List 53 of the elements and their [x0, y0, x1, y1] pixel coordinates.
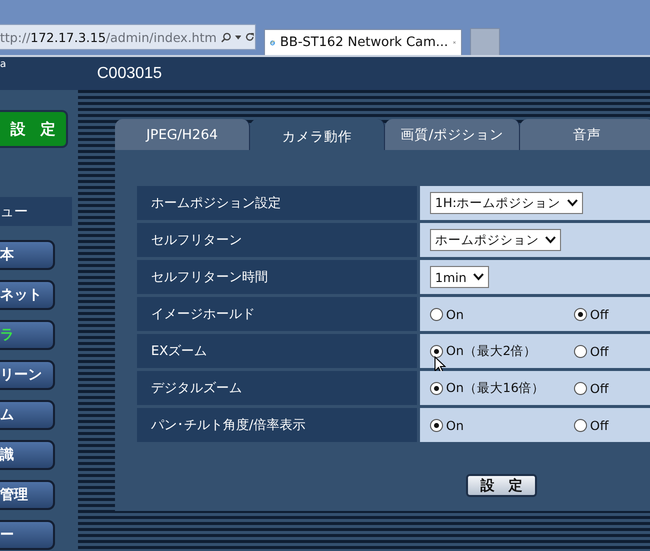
menu-title: ュー	[0, 197, 72, 226]
option-label: Off	[590, 418, 608, 432]
radio-button[interactable]	[574, 418, 587, 432]
menu-button[interactable]: 管理	[0, 480, 55, 510]
radio-button[interactable]	[430, 308, 443, 320]
option-label: Off	[590, 380, 608, 396]
radio-button[interactable]	[430, 382, 443, 394]
menu-button[interactable]: ネット	[0, 280, 55, 310]
setting-label: イメージホールド	[137, 297, 417, 331]
option-label: On	[446, 306, 464, 322]
chevron-down-icon	[472, 273, 484, 281]
option-label: Off	[590, 306, 608, 322]
setting-label: EXズーム	[137, 334, 417, 368]
radio-button[interactable]	[574, 344, 587, 358]
tab[interactable]: カメラ動作	[250, 119, 385, 150]
menu-button[interactable]: 識	[0, 440, 55, 470]
radio-button[interactable]	[430, 344, 443, 358]
refresh-icon[interactable]	[245, 31, 255, 43]
tab[interactable]: JPEG/H264	[115, 119, 250, 150]
dropdown[interactable]: 1H:ホームポジション	[430, 192, 583, 214]
option-label: On（最大2倍）	[446, 342, 537, 360]
setup-button[interactable]: 設 定	[0, 110, 68, 148]
dropdown[interactable]: ホームポジション	[430, 229, 561, 251]
mouse-cursor-icon	[434, 356, 446, 374]
option-label: On（最大16倍）	[446, 380, 545, 396]
radio-button[interactable]	[574, 382, 587, 394]
menu-button[interactable]: ー	[0, 520, 55, 550]
chevron-down-icon	[566, 199, 578, 207]
header-text: a	[0, 59, 6, 70]
menu-button[interactable]: ラ	[0, 320, 55, 350]
browser-tab[interactable]: BB-ST162 Network Cam...	[264, 29, 462, 55]
setting-label: セルフリターン	[137, 223, 417, 257]
menu-button[interactable]: リーン	[0, 360, 55, 390]
tab[interactable]: 音声	[520, 119, 650, 150]
chevron-down-icon	[545, 236, 556, 244]
dropdown[interactable]: 1min	[430, 266, 489, 288]
url-text: ttp://172.17.3.15/admin/index.htm	[0, 30, 217, 44]
setting-label: セルフリターン時間	[137, 260, 417, 294]
radio-button[interactable]	[574, 308, 587, 320]
menu-button[interactable]: 本	[0, 240, 55, 270]
tab[interactable]: 画質/ポジション	[385, 119, 520, 150]
setting-label: デジタルズーム	[137, 371, 417, 405]
dropdown-icon[interactable]	[235, 34, 242, 40]
radio-button[interactable]	[430, 418, 443, 432]
menu-button[interactable]: ム	[0, 400, 55, 430]
submit-button[interactable]: 設 定	[466, 474, 537, 497]
option-label: Off	[590, 344, 608, 358]
address-bar[interactable]: ttp://172.17.3.15/admin/index.htm	[0, 24, 256, 50]
camera-name: C003015	[97, 64, 162, 82]
search-icon[interactable]	[220, 30, 232, 44]
setting-label: パン･チルト角度/倍率表示	[137, 408, 417, 442]
setting-label: ホームポジション設定	[137, 186, 417, 220]
option-label: On	[446, 418, 464, 432]
